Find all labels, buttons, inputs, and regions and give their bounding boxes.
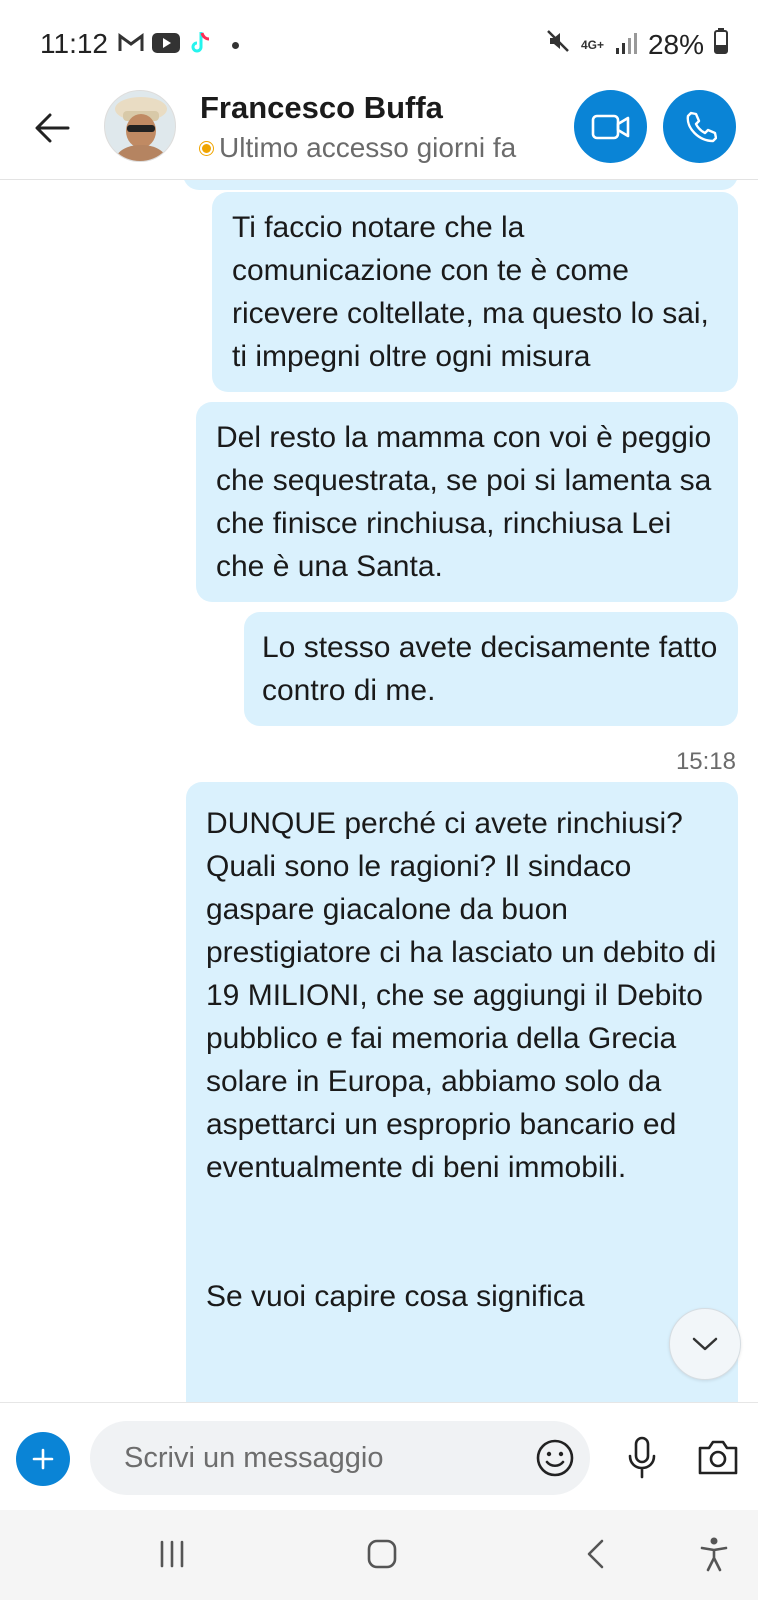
emoji-icon — [536, 1439, 574, 1477]
message-text: Del resto la mamma con voi è peggio che … — [216, 421, 712, 583]
message-text: Ti faccio notare che la comunicazione co… — [232, 211, 709, 373]
home-button[interactable] — [362, 1534, 402, 1574]
compose-bar — [0, 1402, 758, 1510]
back-arrow-icon — [35, 113, 70, 143]
recent-apps-button[interactable] — [152, 1534, 192, 1574]
add-attachment-button[interactable] — [16, 1432, 70, 1486]
avatar[interactable] — [104, 90, 176, 162]
network-icon: 4G+ — [580, 37, 604, 52]
message-list[interactable]: Ti faccio notare che la comunicazione co… — [0, 180, 758, 1402]
message-bubble[interactable]: Lo stesso avete decisamente fatto contro… — [244, 612, 738, 726]
dot-icon — [232, 42, 239, 49]
message-text: Se vuoi capire cosa significa — [206, 1280, 585, 1313]
message-bubble[interactable]: Del resto la mamma con voi è peggio che … — [196, 402, 738, 602]
contact-status: Ultimo accesso giorni fa — [219, 132, 517, 163]
recent-apps-icon — [160, 1540, 184, 1568]
notification-icons — [118, 30, 239, 61]
plus-icon — [32, 1448, 54, 1470]
chat-header: Francesco Buffa Ultimo accesso giorni fa — [0, 80, 758, 180]
youtube-icon — [152, 33, 180, 58]
mute-icon — [545, 28, 571, 61]
video-camera-icon — [591, 114, 629, 139]
home-icon — [367, 1539, 397, 1569]
contact-name: Francesco Buffa — [200, 90, 443, 125]
accessibility-icon — [700, 1537, 728, 1572]
phone-icon — [686, 111, 717, 142]
emoji-button[interactable] — [534, 1437, 576, 1479]
system-navigation-bar — [0, 1510, 758, 1600]
gmail-icon — [118, 33, 144, 58]
signal-icon — [614, 29, 638, 61]
previous-message-bubble — [183, 180, 738, 190]
microphone-button[interactable] — [624, 1435, 660, 1481]
system-indicators: 4G+ 28% — [545, 28, 728, 61]
chevron-left-icon — [587, 1539, 604, 1569]
video-call-button[interactable] — [574, 90, 647, 163]
message-timestamp: 15:18 — [675, 748, 736, 775]
camera-button[interactable] — [696, 1437, 740, 1477]
message-input[interactable] — [90, 1421, 590, 1495]
scroll-to-bottom-button[interactable] — [669, 1308, 741, 1380]
microphone-icon — [628, 1436, 656, 1479]
back-button[interactable] — [30, 106, 74, 150]
message-text: DUNQUE perché ci avete rinchiusi? Quali … — [206, 807, 717, 1184]
tiktok-icon — [188, 30, 212, 61]
battery-icon — [714, 28, 728, 61]
contact-photo — [105, 91, 175, 161]
system-back-button[interactable] — [576, 1534, 616, 1574]
message-bubble[interactable]: Ti faccio notare che la comunicazione co… — [212, 192, 738, 392]
camera-icon — [698, 1440, 738, 1475]
presence-indicator-icon — [200, 141, 213, 155]
status-time: 11:12 — [40, 28, 108, 59]
battery-level: 28% — [647, 28, 704, 60]
status-bar: 11:12 4G+ 28% — [0, 0, 758, 80]
chevron-down-icon — [692, 1337, 718, 1351]
contact-status-row: Ultimo accesso giorni fa — [200, 132, 516, 164]
accessibility-button[interactable] — [694, 1534, 734, 1574]
message-text: Lo stesso avete decisamente fatto contro… — [262, 631, 718, 707]
message-bubble[interactable]: DUNQUE perché ci avete rinchiusi? Quali … — [186, 782, 738, 1402]
audio-call-button[interactable] — [663, 90, 736, 163]
